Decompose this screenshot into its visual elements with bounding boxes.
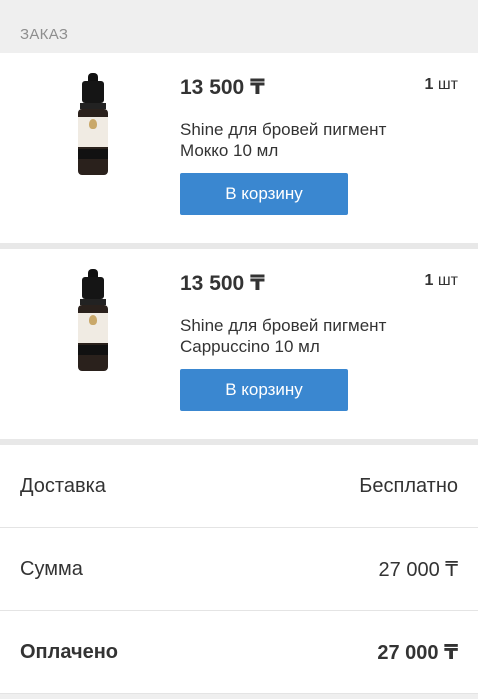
product-image[interactable] bbox=[58, 269, 128, 379]
paid-row: Оплачено 27 000 ₸ bbox=[0, 611, 478, 694]
sum-label: Сумма bbox=[20, 557, 83, 580]
paid-label: Оплачено bbox=[20, 640, 118, 663]
order-item: 13 500 ₸ 1 шт Shine для бровей пигмент C… bbox=[0, 249, 478, 445]
sum-value: 27 000 ₸ bbox=[378, 558, 458, 581]
product-quantity: 1 шт bbox=[424, 76, 458, 94]
delivery-row: Доставка Бесплатно bbox=[0, 445, 478, 528]
product-title[interactable]: Shine для бровей пигмент Cappuccino 10 м… bbox=[180, 315, 420, 357]
add-to-cart-button[interactable]: В корзину bbox=[180, 173, 348, 215]
product-price: 13 500 ₸ bbox=[180, 76, 265, 99]
section-header: ЗАКАЗ bbox=[20, 26, 69, 43]
order-item: 13 500 ₸ 1 шт Shine для бровей пигмент М… bbox=[0, 53, 478, 249]
quantity-unit: шт bbox=[437, 76, 458, 93]
bottle-icon bbox=[76, 73, 110, 177]
product-image[interactable] bbox=[58, 73, 128, 183]
quantity-number: 1 bbox=[424, 272, 434, 289]
paid-value: 27 000 ₸ bbox=[377, 641, 458, 664]
delivery-value: Бесплатно bbox=[359, 474, 458, 497]
order-summary: Доставка Бесплатно Сумма 27 000 ₸ Оплаче… bbox=[0, 445, 478, 694]
delivery-label: Доставка bbox=[20, 474, 106, 497]
quantity-unit: шт bbox=[437, 272, 458, 289]
sum-row: Сумма 27 000 ₸ bbox=[0, 528, 478, 611]
product-title[interactable]: Shine для бровей пигмент Мокко 10 мл bbox=[180, 119, 420, 161]
product-quantity: 1 шт bbox=[424, 272, 458, 290]
add-to-cart-button[interactable]: В корзину bbox=[180, 369, 348, 411]
product-price: 13 500 ₸ bbox=[180, 272, 265, 295]
bottle-icon bbox=[76, 269, 110, 373]
quantity-number: 1 bbox=[424, 76, 434, 93]
